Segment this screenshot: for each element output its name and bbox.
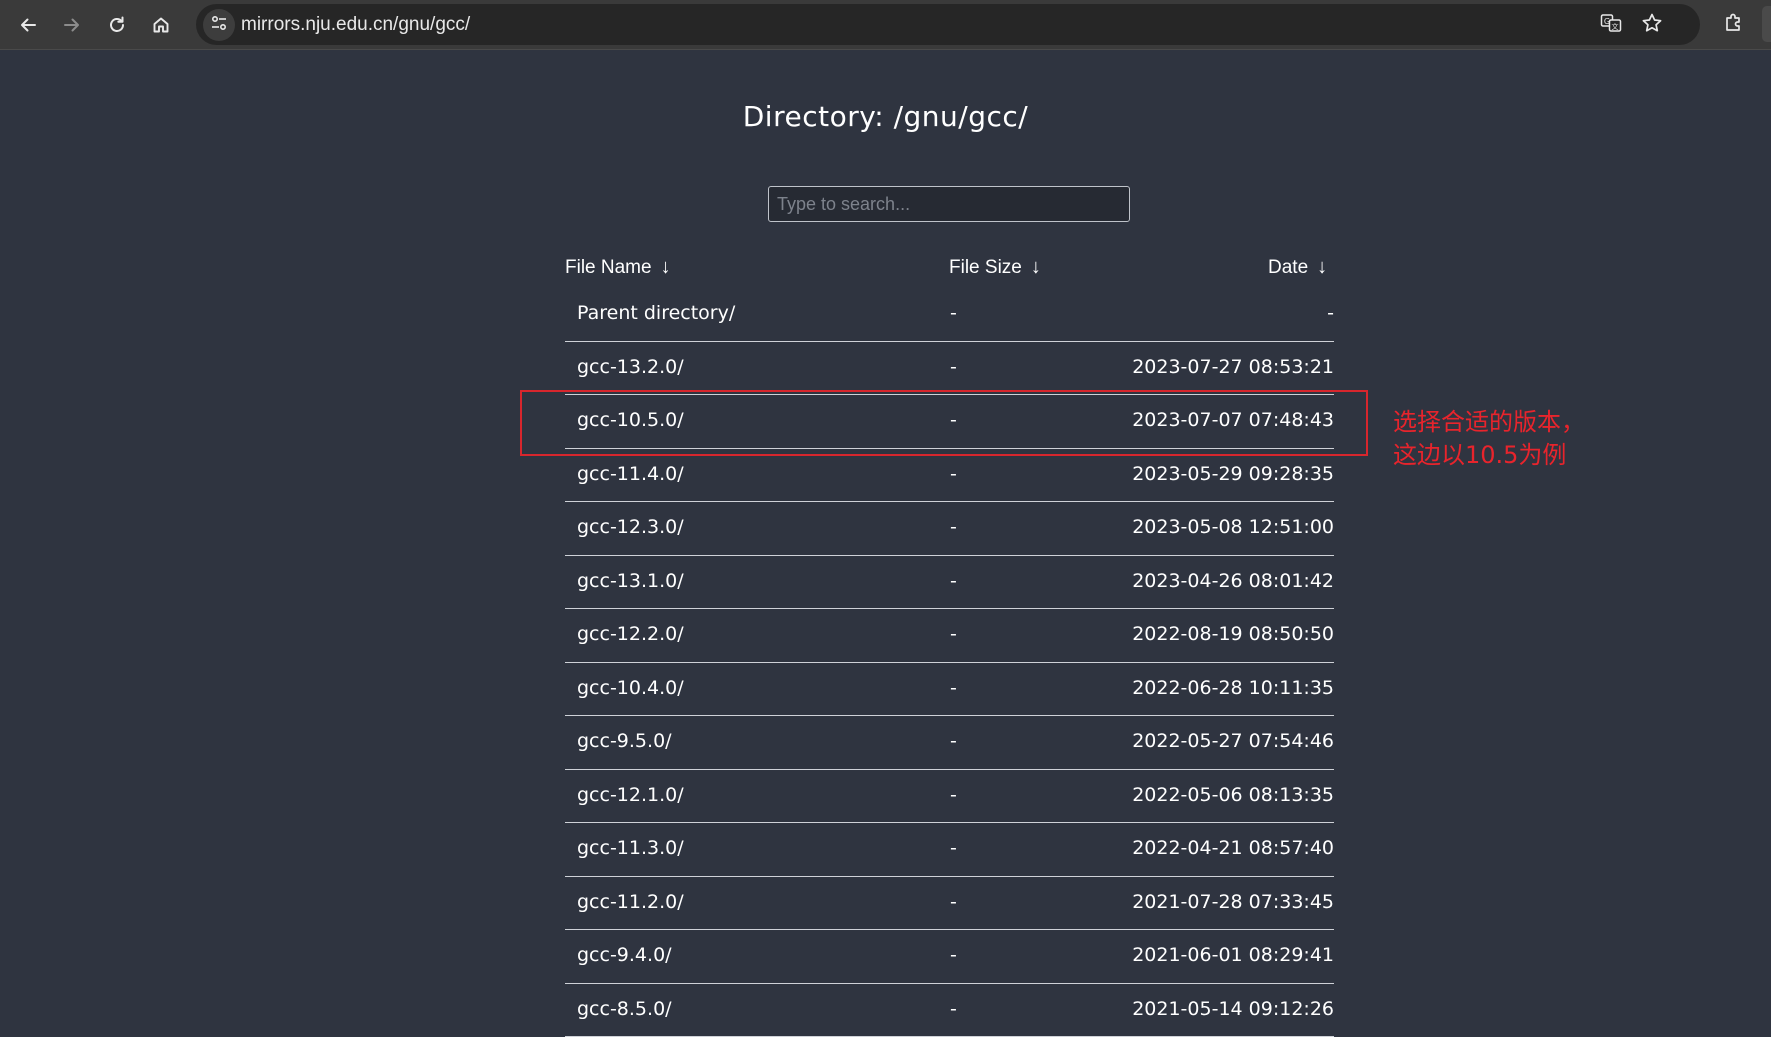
column-header-date[interactable]: Date ↓	[1268, 256, 1327, 280]
file-date: 2022-08-19 08:50:50	[1132, 623, 1334, 645]
file-date: 2021-06-01 08:29:41	[1132, 944, 1334, 966]
home-icon	[151, 15, 171, 35]
tune-icon	[210, 14, 228, 36]
translate-icon: G文	[1600, 12, 1622, 38]
url-text[interactable]: mirrors.nju.edu.cn/gnu/gcc/	[241, 14, 470, 36]
annotation-line: 选择合适的版本，	[1393, 406, 1585, 439]
reload-icon	[107, 15, 127, 35]
file-size: -	[950, 302, 957, 324]
search-input[interactable]	[768, 186, 1130, 222]
table-row: gcc-9.5.0/ - 2022-05-27 07:54:46	[565, 716, 1334, 770]
home-button[interactable]	[145, 9, 177, 41]
table-row: gcc-12.2.0/ - 2022-08-19 08:50:50	[565, 609, 1334, 663]
file-size: -	[950, 730, 957, 752]
directory-link[interactable]: gcc-9.5.0/	[577, 730, 672, 752]
file-date: 2023-04-26 08:01:42	[1132, 570, 1334, 592]
page-title: Directory: /gnu/gcc/	[0, 100, 1771, 133]
table-row: gcc-8.5.0/ - 2021-05-14 09:12:26	[565, 984, 1334, 1037]
bookmark-button[interactable]	[1638, 11, 1666, 39]
arrow-right-icon	[62, 15, 82, 35]
extensions-button[interactable]	[1718, 9, 1750, 41]
svg-text:文: 文	[1612, 22, 1619, 31]
file-date: 2023-05-29 09:28:35	[1132, 463, 1334, 485]
file-size: -	[950, 891, 957, 913]
column-header-file-size[interactable]: File Size ↓	[949, 256, 1041, 280]
annotation-line: 这边以10.5为例	[1393, 439, 1585, 472]
translate-button[interactable]: G文	[1597, 11, 1625, 39]
browser-menu-button[interactable]	[1762, 6, 1771, 42]
file-date: 2023-07-27 08:53:21	[1132, 356, 1334, 378]
file-date: 2022-04-21 08:57:40	[1132, 837, 1334, 859]
directory-link[interactable]: gcc-12.2.0/	[577, 623, 684, 645]
address-bar[interactable]: mirrors.nju.edu.cn/gnu/gcc/ G文	[196, 4, 1700, 45]
table-row: gcc-11.4.0/ - 2023-05-29 09:28:35	[565, 449, 1334, 503]
file-size: -	[950, 463, 957, 485]
table-row: gcc-12.1.0/ - 2022-05-06 08:13:35	[565, 770, 1334, 824]
directory-link[interactable]: gcc-12.1.0/	[577, 784, 684, 806]
file-date: 2021-07-28 07:33:45	[1132, 891, 1334, 913]
directory-link[interactable]: gcc-12.3.0/	[577, 516, 684, 538]
site-info-button[interactable]	[203, 9, 235, 41]
table-row: gcc-9.4.0/ - 2021-06-01 08:29:41	[565, 930, 1334, 984]
highlight-box	[520, 390, 1368, 456]
puzzle-icon	[1723, 12, 1745, 38]
column-header-file-name[interactable]: File Name ↓	[565, 256, 671, 280]
file-date: 2023-05-08 12:51:00	[1132, 516, 1334, 538]
column-header-label: File Size	[949, 257, 1022, 278]
file-date: -	[1327, 302, 1334, 324]
file-date: 2022-05-27 07:54:46	[1132, 730, 1334, 752]
directory-link[interactable]: gcc-11.4.0/	[577, 463, 684, 485]
sort-arrow-icon: ↓	[1031, 256, 1041, 278]
back-button[interactable]	[12, 9, 44, 41]
reload-button[interactable]	[101, 9, 133, 41]
table-row: Parent directory/ - -	[565, 288, 1334, 342]
sort-arrow-icon: ↓	[661, 256, 671, 278]
file-size: -	[950, 516, 957, 538]
forward-button[interactable]	[56, 9, 88, 41]
file-size: -	[950, 677, 957, 699]
directory-link[interactable]: gcc-13.2.0/	[577, 356, 684, 378]
file-date: 2021-05-14 09:12:26	[1132, 998, 1334, 1020]
star-icon	[1641, 12, 1663, 38]
parent-directory-link[interactable]: Parent directory/	[577, 302, 735, 324]
column-header-label: File Name	[565, 257, 652, 278]
file-size: -	[950, 998, 957, 1020]
table-row: gcc-11.2.0/ - 2021-07-28 07:33:45	[565, 877, 1334, 931]
table-row: gcc-13.1.0/ - 2023-04-26 08:01:42	[565, 556, 1334, 610]
file-size: -	[950, 570, 957, 592]
file-size: -	[950, 837, 957, 859]
table-row: gcc-12.3.0/ - 2023-05-08 12:51:00	[565, 502, 1334, 556]
arrow-left-icon	[18, 15, 38, 35]
browser-toolbar: mirrors.nju.edu.cn/gnu/gcc/ G文	[0, 0, 1771, 50]
annotation-note: 选择合适的版本， 这边以10.5为例	[1393, 406, 1585, 472]
file-size: -	[950, 944, 957, 966]
column-header-label: Date	[1268, 257, 1308, 278]
file-date: 2022-05-06 08:13:35	[1132, 784, 1334, 806]
sort-arrow-icon: ↓	[1317, 256, 1327, 278]
file-size: -	[950, 784, 957, 806]
file-date: 2022-06-28 10:11:35	[1132, 677, 1334, 699]
directory-link[interactable]: gcc-13.1.0/	[577, 570, 684, 592]
table-row: gcc-13.2.0/ - 2023-07-27 08:53:21	[565, 342, 1334, 396]
file-size: -	[950, 356, 957, 378]
directory-link[interactable]: gcc-11.3.0/	[577, 837, 684, 859]
file-size: -	[950, 623, 957, 645]
table-row: gcc-10.4.0/ - 2022-06-28 10:11:35	[565, 663, 1334, 717]
table-row: gcc-11.3.0/ - 2022-04-21 08:57:40	[565, 823, 1334, 877]
directory-link[interactable]: gcc-10.4.0/	[577, 677, 684, 699]
directory-link[interactable]: gcc-9.4.0/	[577, 944, 672, 966]
directory-link[interactable]: gcc-11.2.0/	[577, 891, 684, 913]
directory-link[interactable]: gcc-8.5.0/	[577, 998, 672, 1020]
